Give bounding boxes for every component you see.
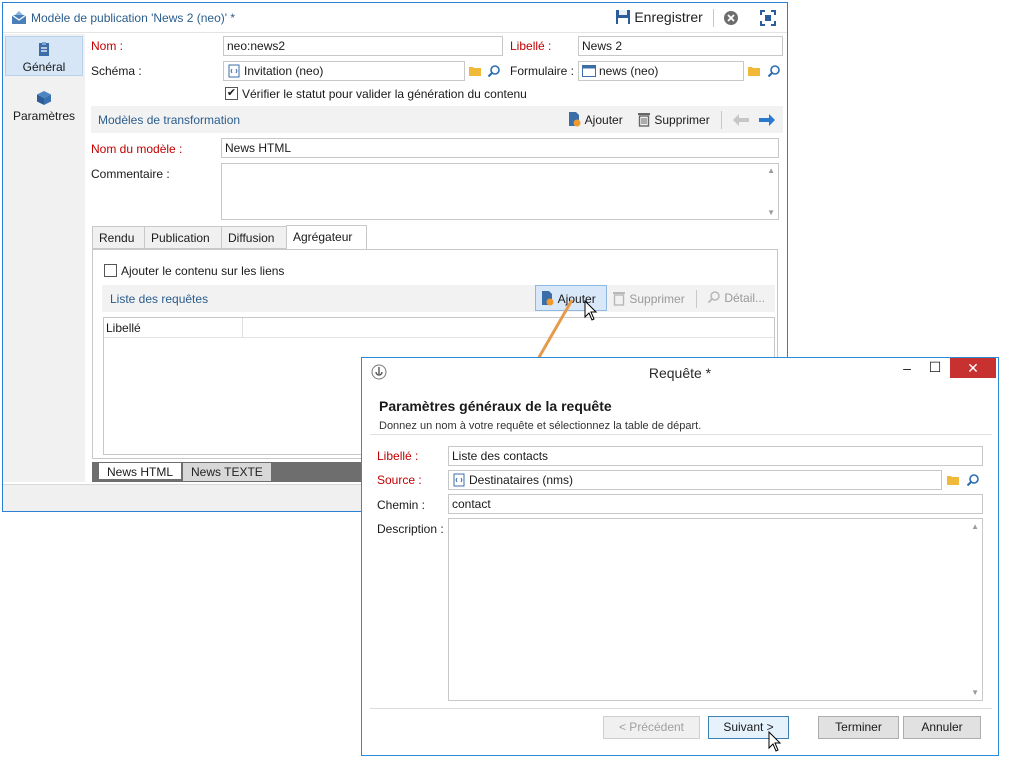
delete-request-label: Supprimer (629, 292, 685, 306)
scroll-down-icon[interactable]: ▼ (767, 208, 775, 217)
table-header: Libellé (104, 318, 774, 338)
verify-status-checkbox[interactable]: ✔ (225, 87, 238, 100)
requests-list-title: Liste des requêtes (110, 292, 209, 306)
mouse-cursor-icon (768, 731, 782, 752)
clipboard-icon (39, 42, 49, 56)
folder-icon[interactable] (468, 64, 482, 78)
model-name-field[interactable]: News HTML (221, 138, 779, 158)
cube-icon (37, 91, 51, 105)
column-header-libelle[interactable]: Libellé (106, 321, 141, 335)
dialog-subheading: Donnez un nom à votre requête et sélecti… (379, 420, 702, 432)
sidebar-item-parameters[interactable]: Paramètres (5, 90, 83, 130)
finish-button[interactable]: Terminer (818, 716, 899, 739)
detail-request-label: Détail... (724, 291, 766, 305)
dialog-libelle-label: Libellé : (377, 449, 419, 463)
detail-request-button[interactable]: Détail... (707, 290, 765, 305)
verify-status-label: Vérifier le statut pour valider la génér… (242, 87, 527, 101)
comment-textarea[interactable]: ▲ ▼ (221, 163, 779, 220)
restore-icon[interactable]: ☐ (924, 359, 946, 380)
dialog-heading: Paramètres généraux de la requête (379, 398, 612, 414)
sidebar-item-label: Paramètres (12, 109, 76, 123)
tab-label: Agrégateur (293, 230, 353, 244)
dialog-title-bar: Requête * – ☐ ✕ (362, 358, 998, 387)
transform-section-title: Modèles de transformation (98, 113, 241, 127)
scroll-up-icon[interactable]: ▲ (767, 166, 775, 175)
tab-diffusion[interactable]: Diffusion (221, 226, 287, 249)
sidebar: Général Paramètres (3, 34, 85, 482)
tab-label: News HTML (107, 465, 174, 479)
add-transform-button[interactable]: Ajouter (566, 111, 623, 127)
cancel-button[interactable]: Annuler (903, 716, 981, 739)
schema-field[interactable]: Invitation (neo) (223, 61, 465, 81)
dialog-footer-separator (370, 708, 992, 709)
schema-value: Invitation (neo) (244, 64, 324, 78)
save-button[interactable]: Enregistrer (615, 9, 703, 25)
sidebar-item-label: Général (22, 60, 66, 74)
add-content-checkbox[interactable] (104, 264, 117, 277)
maximize-frame-icon[interactable] (760, 10, 776, 26)
scroll-down-icon[interactable]: ▼ (971, 688, 979, 697)
scroll-up-icon[interactable]: ▲ (971, 522, 979, 531)
dialog-chemin-label: Chemin : (377, 498, 426, 512)
dialog-header: Paramètres généraux de la requête Donnez… (370, 390, 992, 435)
sidebar-item-general[interactable]: Général (5, 36, 83, 76)
dialog-description-label: Description : (377, 522, 444, 536)
tab-agregateur[interactable]: Agrégateur (286, 225, 367, 250)
arrow-left-icon[interactable] (732, 113, 750, 127)
mouse-cursor-icon (584, 300, 598, 321)
trash-icon (613, 292, 625, 306)
add-document-icon (569, 112, 581, 127)
window-title-bar: Modèle de publication 'News 2 (neo)' * E… (3, 3, 787, 33)
trash-icon (638, 113, 650, 127)
dialog-source-value: Destinataires (nms) (469, 473, 574, 487)
formulaire-label: Formulaire : (510, 64, 575, 78)
tab-label: Publication (151, 231, 210, 245)
schema-icon (228, 64, 240, 78)
dialog-source-field[interactable]: Destinataires (nms) (448, 470, 942, 490)
arrow-right-icon[interactable] (758, 113, 776, 127)
dialog-description-textarea[interactable]: ▲ ▼ (448, 518, 983, 701)
tab-publication[interactable]: Publication (144, 226, 222, 249)
tab-rendu[interactable]: Rendu (92, 226, 145, 249)
libelle-label: Libellé : (510, 39, 552, 53)
tab-label: Rendu (99, 231, 135, 245)
dialog-libelle-field[interactable]: Liste des contacts (448, 446, 983, 466)
formulaire-value: news (neo) (599, 64, 659, 78)
tab-news-html[interactable]: News HTML (98, 462, 183, 480)
schema-label: Schéma : (91, 64, 142, 78)
delete-transform-button[interactable]: Supprimer (637, 111, 710, 127)
add-content-label: Ajouter le contenu sur les liens (121, 264, 285, 278)
model-name-label: Nom du modèle : (91, 142, 183, 156)
request-dialog: Requête * – ☐ ✕ Paramètres généraux de l… (361, 357, 999, 756)
folder-icon[interactable] (747, 64, 761, 78)
schema-icon (453, 473, 465, 487)
previous-button[interactable]: < Précédent (603, 716, 700, 739)
tab-label: News TEXTE (191, 465, 263, 479)
tab-news-texte[interactable]: News TEXTE (183, 463, 271, 481)
close-circle-icon[interactable] (723, 10, 739, 26)
formulaire-field[interactable]: news (neo) (578, 61, 744, 81)
dialog-close-button[interactable]: ✕ (950, 358, 996, 378)
delete-transform-label: Supprimer (654, 113, 710, 127)
minimize-icon[interactable]: – (896, 360, 918, 381)
search-icon[interactable] (487, 64, 501, 78)
dialog-chemin-field[interactable]: contact (448, 494, 983, 514)
folder-icon[interactable] (946, 473, 960, 487)
search-icon[interactable] (767, 64, 781, 78)
publication-template-icon (11, 11, 27, 24)
form-window-icon (582, 65, 596, 77)
magnifier-icon (707, 291, 720, 304)
name-label: Nom : (91, 39, 124, 53)
floppy-disk-icon (616, 10, 630, 24)
libelle-field[interactable]: News 2 (578, 36, 783, 56)
add-transform-label: Ajouter (584, 113, 623, 127)
delete-request-button[interactable]: Supprimer (612, 290, 685, 306)
tab-label: Diffusion (228, 231, 275, 245)
window-title: Modèle de publication 'News 2 (neo)' * (31, 11, 236, 25)
save-label: Enregistrer (634, 9, 703, 25)
comment-label: Commentaire : (91, 167, 170, 181)
dialog-source-label: Source : (377, 473, 422, 487)
name-field[interactable]: neo:news2 (223, 36, 503, 56)
search-icon[interactable] (966, 473, 980, 487)
